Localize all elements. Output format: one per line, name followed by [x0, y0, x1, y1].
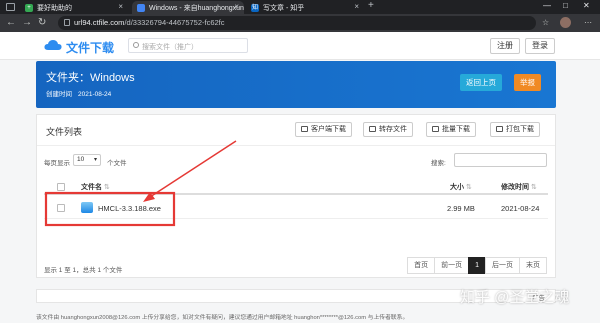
menu-icon[interactable]: ⋯	[584, 18, 592, 27]
sort-icon: ⇅	[466, 184, 472, 191]
folder-banner: 文件夹：Windows 创建时间 2021-08-24 返回上页 举报	[36, 61, 556, 108]
tab-title: 写文章 - 知乎	[263, 4, 305, 12]
back-icon[interactable]: ←	[6, 17, 16, 29]
monitor-icon	[301, 126, 308, 132]
save-icon	[369, 126, 376, 132]
table-search-label: 搜索:	[431, 160, 446, 167]
minimize-icon[interactable]: —	[543, 1, 551, 10]
maximize-icon[interactable]: □	[563, 1, 568, 10]
close-tab-icon[interactable]: ×	[354, 2, 359, 11]
sort-icon: ⇅	[531, 184, 537, 191]
forward-icon[interactable]: →	[22, 17, 32, 29]
site-header: 文件下载 搜索文件（推广） 注册 登录	[0, 32, 600, 60]
profile-avatar[interactable]	[560, 17, 571, 28]
chevron-down-icon: ▾	[93, 157, 97, 163]
new-tab-button[interactable]: +	[368, 0, 374, 11]
close-tab-icon[interactable]: ×	[234, 2, 239, 11]
back-button[interactable]: 返回上页	[460, 74, 502, 91]
tab-favicon-icon: +	[25, 3, 33, 12]
column-date[interactable]: 修改时间 ⇅	[501, 182, 537, 192]
search-input[interactable]: 搜索文件（推广）	[128, 38, 248, 53]
per-page-label: 每页显示	[44, 160, 70, 167]
file-date: 2021-08-24	[501, 204, 540, 213]
download-icon	[432, 126, 439, 132]
favorites-icon[interactable]: ☆	[542, 18, 549, 27]
tab-title: 要好助助的	[37, 4, 72, 12]
reload-icon[interactable]: ↻	[38, 17, 46, 29]
search-placeholder: 搜索文件（推广）	[142, 44, 198, 51]
tab-favicon-icon	[137, 3, 145, 12]
last-page-button[interactable]: 末页	[519, 257, 547, 274]
browser-tab-3[interactable]: 知 写文章 - 知乎 ×	[246, 1, 364, 14]
close-window-icon[interactable]: ✕	[583, 1, 590, 10]
address-bar[interactable]: url94.ctfile.com/d/33326794-44675752-fc6…	[58, 16, 536, 30]
first-page-button[interactable]: 首页	[407, 257, 436, 274]
archive-icon	[496, 126, 503, 132]
site-logo-text[interactable]: 文件下载	[66, 39, 114, 56]
tab-title: Windows - 来自huanghongxun的文件	[149, 4, 244, 12]
sort-icon: ⇅	[104, 184, 110, 191]
row-checkbox[interactable]	[57, 204, 65, 212]
pagination: 首页 前一页 1 后一页 末页	[407, 257, 547, 274]
search-icon	[133, 42, 139, 48]
window-icon	[6, 3, 15, 11]
browser-tab-strip: + 要好助助的 × Windows - 来自huanghongxun的文件 × …	[0, 0, 600, 14]
cloud-logo-icon	[44, 40, 62, 50]
batch-download-button[interactable]: 批量下载	[426, 122, 476, 137]
watermark: 知乎 @圣堂之魂	[460, 289, 570, 306]
login-button[interactable]: 登录	[525, 38, 555, 54]
column-name[interactable]: 文件名 ⇅	[81, 182, 110, 192]
table-row[interactable]: HMCL-3.3.188.exe 2.99 MB 2021-08-24	[44, 197, 548, 219]
file-name-link[interactable]: HMCL-3.3.188.exe	[98, 204, 161, 213]
table-info: 显示 1 至 1，总共 1 个文件	[44, 267, 123, 274]
browser-tab-2[interactable]: Windows - 来自huanghongxun的文件 ×	[132, 1, 244, 14]
footer-text: 该文件由 huanghongxun2008@126.com 上传分享给您，如对文…	[36, 315, 409, 321]
select-all-checkbox[interactable]	[57, 183, 65, 191]
footer: 该文件由 huanghongxun2008@126.com 上传分享给您，如对文…	[0, 308, 600, 323]
divider	[37, 145, 555, 146]
table-search-input[interactable]	[454, 153, 547, 167]
close-tab-icon[interactable]: ×	[118, 2, 123, 11]
column-size[interactable]: 大小 ⇅	[450, 182, 472, 192]
register-button[interactable]: 注册	[490, 38, 520, 54]
prev-page-button[interactable]: 前一页	[434, 257, 470, 274]
table-header: 文件名 ⇅ 大小 ⇅ 修改时间 ⇅	[44, 179, 548, 195]
lock-icon	[64, 19, 70, 26]
report-button[interactable]: 举报	[514, 74, 541, 91]
client-download-button[interactable]: 客户端下载	[295, 122, 352, 137]
tab-favicon-icon: 知	[251, 3, 259, 12]
exe-file-icon	[81, 202, 93, 213]
per-page-suffix: 个文件	[107, 160, 127, 167]
panel-title: 文件列表	[46, 127, 83, 137]
file-list-panel: 文件列表 客户端下载 转存文件 批量下载 打包下载 每页显示 10 ▾ 个文件 搜…	[36, 114, 556, 278]
pack-download-button[interactable]: 打包下载	[490, 122, 540, 137]
next-page-button[interactable]: 后一页	[485, 257, 520, 274]
browser-toolbar: ← → ↻ url94.ctfile.com/d/33326794-446757…	[0, 14, 600, 32]
save-file-button[interactable]: 转存文件	[363, 122, 413, 137]
file-size: 2.99 MB	[447, 204, 475, 213]
current-page-button[interactable]: 1	[468, 257, 486, 274]
folder-title: 文件夹：Windows	[46, 72, 135, 84]
per-page-select[interactable]: 10 ▾	[73, 154, 101, 166]
created-time: 创建时间 2021-08-24	[46, 91, 112, 98]
page: 文件下载 搜索文件（推广） 注册 登录 文件夹：Windows 创建时间 2021…	[0, 32, 600, 323]
browser-tab-1[interactable]: + 要好助助的 ×	[20, 1, 128, 14]
url-text: url94.ctfile.com/d/33326794-44675752-fc6…	[74, 18, 225, 27]
